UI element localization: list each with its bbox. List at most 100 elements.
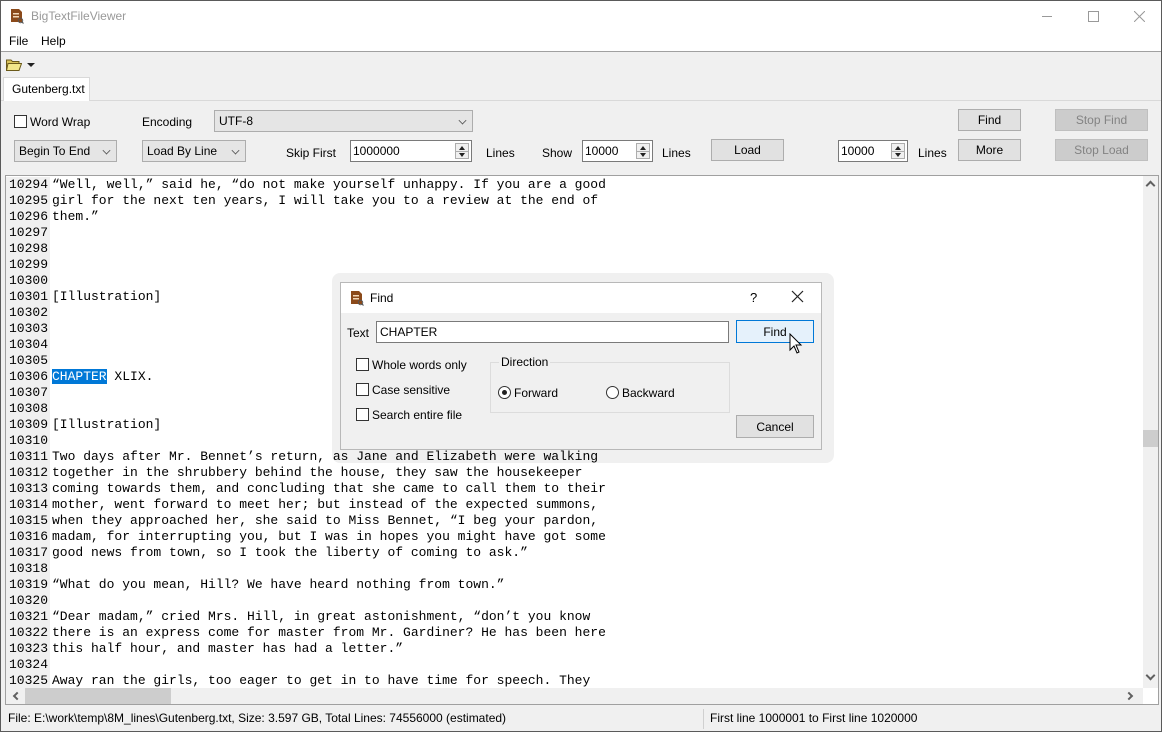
text-line: 10324	[6, 657, 1143, 673]
line-text[interactable]	[50, 561, 52, 577]
menu-help[interactable]: Help	[41, 34, 66, 48]
whole-words-label: Whole words only	[372, 358, 467, 372]
more-button[interactable]: More	[958, 139, 1021, 161]
spin-updown[interactable]	[636, 143, 650, 159]
scroll-up-icon[interactable]	[1145, 180, 1156, 191]
status-range-info: First line 1000001 to First line 1020000	[710, 711, 918, 725]
forward-label: Forward	[514, 386, 559, 400]
line-text[interactable]: this half hour, and master has had a let…	[50, 641, 403, 657]
horizontal-scroll-thumb[interactable]	[25, 688, 171, 704]
tab-gutenberg[interactable]: Gutenberg.txt	[3, 77, 90, 101]
line-text[interactable]: girl for the next ten years, I will take…	[50, 193, 598, 209]
find-button[interactable]: Find	[958, 109, 1021, 131]
line-number: 10297	[6, 225, 50, 241]
skip-first-value: 1000000	[353, 144, 400, 158]
load-mode-select[interactable]: Load By Line	[142, 140, 246, 162]
line-text[interactable]: [Illustration]	[50, 289, 161, 305]
line-text[interactable]	[50, 273, 52, 289]
line-text[interactable]	[50, 353, 52, 369]
dropdown-arrow-icon[interactable]	[27, 63, 35, 67]
line-text[interactable]: CHAPTER XLIX.	[50, 369, 153, 385]
close-icon	[1133, 10, 1145, 22]
line-text[interactable]	[50, 321, 52, 337]
line-number: 10296	[6, 209, 50, 225]
find-text-input[interactable]: CHAPTER	[376, 321, 729, 343]
vertical-scroll-thumb[interactable]	[1143, 430, 1158, 447]
line-number: 10319	[6, 577, 50, 593]
line-text[interactable]	[50, 385, 52, 401]
line-number: 10294	[6, 177, 50, 193]
close-button[interactable]	[1116, 1, 1162, 31]
case-sensitive-checkbox[interactable]	[356, 383, 369, 396]
help-button[interactable]: ?	[750, 290, 757, 305]
line-text[interactable]: “Dear madam,” cried Mrs. Hill, in great …	[50, 609, 590, 625]
line-text[interactable]: [Illustration]	[50, 417, 161, 433]
line-number: 10316	[6, 529, 50, 545]
word-wrap-checkbox[interactable]	[14, 115, 27, 128]
line-text[interactable]: them.”	[50, 209, 99, 225]
text-line: 10320	[6, 593, 1143, 609]
backward-label: Backward	[622, 386, 675, 400]
scroll-left-icon[interactable]	[12, 691, 22, 701]
text-line: 10319 “What do you mean, Hill? We have he…	[6, 577, 1143, 593]
forward-radio[interactable]	[498, 386, 511, 399]
spin-updown[interactable]	[455, 143, 469, 159]
stop-find-button[interactable]: Stop Find	[1055, 109, 1148, 131]
horizontal-scrollbar[interactable]	[6, 688, 1143, 704]
line-text[interactable]: mother, went forward to meet her; but in…	[50, 497, 598, 513]
spin-down-icon	[459, 153, 465, 157]
whole-words-checkbox[interactable]	[356, 358, 369, 371]
skip-first-input[interactable]: 1000000	[350, 140, 472, 162]
mouse-cursor-icon	[789, 333, 803, 354]
line-text[interactable]: madam, for interrupting you, but I was i…	[50, 529, 606, 545]
word-wrap-label: Word Wrap	[30, 115, 91, 129]
text-line: 10299	[6, 257, 1143, 273]
line-text[interactable]	[50, 257, 52, 273]
text-line: 10314 mother, went forward to meet her; b…	[6, 497, 1143, 513]
vertical-scrollbar[interactable]	[1143, 176, 1158, 688]
load-button[interactable]: Load	[711, 139, 784, 161]
minimize-button[interactable]	[1024, 1, 1070, 31]
line-text[interactable]	[50, 401, 52, 417]
status-file-info: File: E:\work\temp\8M_lines\Gutenberg.tx…	[8, 711, 507, 725]
line-text[interactable]	[50, 337, 52, 353]
find-dialog-title-bar: Find ?	[341, 283, 821, 313]
stop-load-button[interactable]: Stop Load	[1055, 139, 1148, 161]
folder-open-icon[interactable]	[6, 58, 22, 71]
direction-select[interactable]: Begin To End	[14, 140, 117, 162]
line-number: 10303	[6, 321, 50, 337]
line-text[interactable]: coming towards them, and concluding that…	[50, 481, 606, 497]
more-lines-input[interactable]: 10000	[838, 140, 908, 162]
text-line: 10321 “Dear madam,” cried Mrs. Hill, in g…	[6, 609, 1143, 625]
spin-updown[interactable]	[891, 143, 905, 159]
scroll-right-icon[interactable]	[1124, 691, 1134, 701]
line-text[interactable]: good news from town, so I took the liber…	[50, 545, 528, 561]
line-text[interactable]: “What do you mean, Hill? We have heard n…	[50, 577, 504, 593]
encoding-label: Encoding	[142, 115, 193, 129]
line-text[interactable]: together in the shrubbery behind the hou…	[50, 465, 583, 481]
cancel-button[interactable]: Cancel	[736, 415, 814, 438]
text-line: 10325 Away ran the girls, too eager to ge…	[6, 673, 1143, 689]
line-text[interactable]	[50, 657, 52, 673]
line-text[interactable]	[50, 593, 52, 609]
line-text[interactable]	[50, 305, 52, 321]
search-entire-file-checkbox[interactable]	[356, 408, 369, 421]
scroll-down-icon[interactable]	[1145, 670, 1156, 681]
load-mode-value: Load By Line	[147, 144, 218, 158]
line-text[interactable]: there is an express come for master from…	[50, 625, 606, 641]
show-lines-input[interactable]: 10000	[582, 140, 653, 162]
line-text[interactable]: Away ran the girls, too eager to get in …	[50, 673, 590, 689]
menu-file[interactable]: File	[9, 34, 28, 48]
close-icon[interactable]	[790, 289, 806, 305]
menu-bar: File Help	[1, 31, 1161, 52]
maximize-button[interactable]	[1070, 1, 1116, 31]
line-number: 10295	[6, 193, 50, 209]
backward-radio[interactable]	[606, 386, 619, 399]
show-label: Show	[542, 146, 573, 160]
line-text[interactable]	[50, 225, 52, 241]
line-text[interactable]	[50, 241, 52, 257]
line-text[interactable]: “Well, well,” said he, “do not make your…	[50, 177, 606, 193]
line-text[interactable]: when they approached her, she said to Mi…	[50, 513, 598, 529]
line-text[interactable]	[50, 433, 52, 449]
encoding-select[interactable]: UTF-8	[214, 110, 473, 132]
